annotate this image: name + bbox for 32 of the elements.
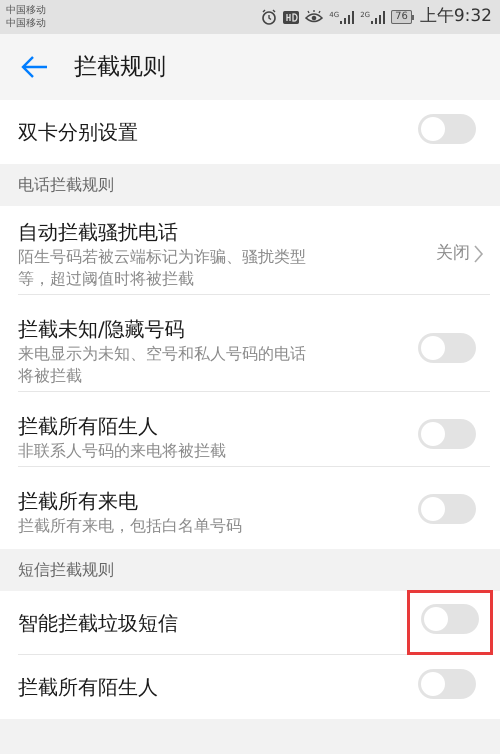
toggle-switch[interactable] xyxy=(418,494,476,524)
signal-icon xyxy=(340,10,354,24)
chevron-right-icon xyxy=(474,245,484,263)
setting-title: 自动拦截骚扰电话 xyxy=(18,219,179,246)
toggle-switch[interactable] xyxy=(421,604,479,634)
hd-icon xyxy=(283,10,300,24)
carrier-label: 中国移动 xyxy=(6,4,46,17)
back-arrow-icon xyxy=(20,55,48,79)
setting-description: 非联系人号码的来电将被拦截 xyxy=(18,440,227,462)
setting-title: 拦截所有来电 xyxy=(18,488,139,515)
setting-title: 拦截未知/隐藏号码 xyxy=(18,316,186,343)
toggle-switch[interactable] xyxy=(418,114,476,144)
signal-icon xyxy=(371,10,386,24)
setting-description: 拦截所有来电，包括白名单号码 xyxy=(18,515,243,537)
toggle-switch[interactable] xyxy=(418,668,476,698)
eye-icon xyxy=(305,10,324,24)
setting-title: 智能拦截垃圾短信 xyxy=(18,610,179,636)
page-title: 拦截规则 xyxy=(74,52,166,82)
section-heading: 电话拦截规则 xyxy=(18,174,114,196)
section-heading: 短信拦截规则 xyxy=(18,559,114,581)
setting-description: 陌生号码若被云端标记为诈骗、骚扰类型等，超过阈值时将被拦截 xyxy=(18,246,307,290)
setting-description: 来电显示为未知、空号和私人号码的电话将被拦截 xyxy=(18,343,307,387)
carrier-label: 中国移动 xyxy=(6,17,46,30)
toggle-switch[interactable] xyxy=(418,418,476,448)
setting-title: 拦截所有陌生人 xyxy=(18,413,159,440)
alarm-icon xyxy=(261,9,278,25)
setting-value: 关闭 xyxy=(436,242,470,266)
setting-title: 拦截所有陌生人 xyxy=(18,674,159,701)
setting-title: 双卡分别设置 xyxy=(18,119,139,146)
toggle-switch[interactable] xyxy=(418,332,476,362)
battery-indicator: 76 xyxy=(391,10,412,24)
clock: 上午9:32 xyxy=(420,5,492,28)
